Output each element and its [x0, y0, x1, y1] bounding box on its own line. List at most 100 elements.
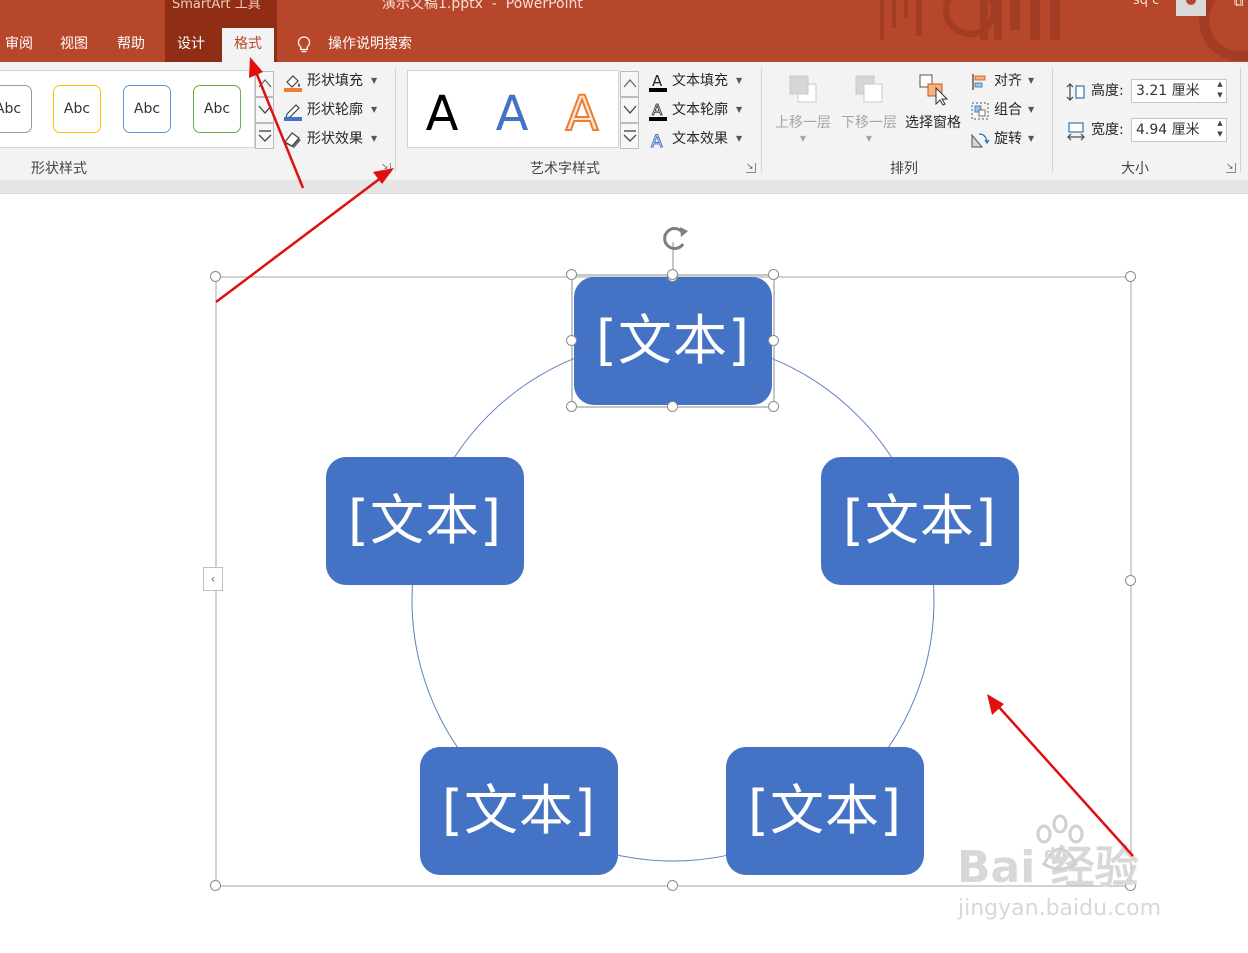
slide-canvas[interactable]: [文本] [文本] [文本] [文本] [文本] ‹ Bai 经验 du jin… [0, 194, 1248, 953]
bring-forward-icon [789, 75, 817, 103]
group-divider [1240, 68, 1241, 172]
wordart-style-blue[interactable]: A [482, 79, 542, 149]
shape-style-option[interactable]: Abc [53, 85, 101, 133]
smartart-node-right[interactable]: [文本] [821, 457, 1019, 585]
rotate-button[interactable]: 旋转 ▼ [970, 127, 1040, 151]
group-divider [395, 68, 396, 172]
pen-icon [284, 104, 302, 121]
send-backward-button[interactable]: 下移一层 ▼ [838, 70, 900, 160]
group-label-size: 大小 [1121, 161, 1149, 177]
resize-handle-top-right[interactable] [1125, 271, 1136, 282]
resize-handle-right[interactable] [1125, 575, 1136, 586]
caret-down-icon: ▼ [865, 134, 873, 143]
group-divider [761, 68, 762, 172]
title-bar-decoration [880, 0, 1060, 40]
node-handle-bottom-left[interactable] [566, 401, 577, 412]
svg-text:A: A [652, 101, 663, 119]
lightbulb-icon [297, 36, 311, 53]
smartart-node-top[interactable]: [文本] [574, 277, 772, 405]
tell-me-search[interactable]: 操作说明搜索 [328, 30, 412, 62]
align-button[interactable]: 对齐 ▼ [970, 69, 1040, 93]
shape-height-icon [1066, 83, 1085, 101]
ribbon-display-options-icon[interactable]: ⧉ [1234, 0, 1243, 10]
node-handle-top-right[interactable] [768, 269, 779, 280]
text-fill-icon: A [649, 72, 667, 92]
tab-review[interactable]: 审阅 [5, 30, 33, 62]
shape-effects-button[interactable]: 形状效果 ▼ [283, 127, 383, 151]
group-label-shape-styles: 形状样式 [31, 161, 87, 177]
context-tab-group-label: SmartArt 工具 [172, 0, 261, 12]
caret-down-icon: ▼ [736, 134, 743, 143]
selection-pane-icon [919, 74, 949, 106]
group-objects-button[interactable]: 组合 ▼ [970, 98, 1040, 122]
svg-text:A: A [651, 132, 663, 150]
wordart-style-orange-outline[interactable]: A [552, 79, 612, 149]
resize-handle-bottom[interactable] [667, 880, 678, 891]
width-label: 宽度: [1091, 122, 1124, 138]
width-spinner[interactable]: ▲ ▼ [1213, 118, 1227, 142]
caret-down-icon: ▼ [736, 76, 743, 85]
gallery-more[interactable] [255, 123, 274, 149]
ribbon-bottom-bar [0, 180, 1248, 194]
node-handle-top[interactable] [667, 269, 678, 280]
smartart-node-left[interactable]: [文本] [326, 457, 524, 585]
shape-outline-button[interactable]: 形状轮廓 ▼ [283, 98, 383, 122]
group-icon [971, 102, 989, 120]
wordart-styles-gallery[interactable]: A A A [407, 70, 619, 148]
caret-down-icon: ▼ [371, 105, 378, 114]
shape-styles-gallery[interactable]: Abc Abc Abc Abc [0, 70, 255, 148]
caret-down-icon: ▼ [799, 134, 807, 143]
node-handle-left[interactable] [566, 335, 577, 346]
smartart-node-bottom-left[interactable]: [文本] [420, 747, 618, 875]
height-spinner[interactable]: ▲ ▼ [1213, 79, 1227, 103]
selection-pane-button[interactable]: 选择窗格 [902, 70, 964, 160]
resize-handle-bottom-left[interactable] [210, 880, 221, 891]
tab-design[interactable]: 设计 [177, 30, 205, 62]
node-handle-top-left[interactable] [566, 269, 577, 280]
size-dialog-launcher-icon[interactable]: ↘ [1226, 163, 1236, 173]
node-handle-right[interactable] [768, 335, 779, 346]
group-divider [1052, 68, 1053, 172]
shape-style-option[interactable]: Abc [0, 85, 32, 133]
shape-styles-dialog-launcher-icon[interactable]: ↘ [381, 163, 391, 173]
svg-text:A: A [652, 72, 663, 90]
tab-help[interactable]: 帮助 [117, 30, 145, 62]
avatar[interactable] [1176, 0, 1206, 16]
text-pane-toggle-chevron-left-icon[interactable]: ‹ [203, 567, 223, 591]
caret-down-icon: ▼ [371, 76, 378, 85]
gallery-scroll-up[interactable] [255, 71, 274, 97]
node-handle-bottom-right[interactable] [768, 401, 779, 412]
rotate-handle-icon[interactable] [663, 227, 688, 274]
height-row: 高度: ▲▼ [1066, 78, 1236, 104]
wordart-style-black[interactable]: A [412, 79, 472, 149]
wordart-dialog-launcher-icon[interactable]: ↘ [746, 163, 756, 173]
bring-forward-button[interactable]: 上移一层 ▼ [772, 70, 834, 160]
text-outline-icon: A [649, 101, 667, 121]
paint-bucket-icon [284, 75, 302, 92]
tab-view[interactable]: 视图 [60, 30, 88, 62]
resize-handle-top-left[interactable] [210, 271, 221, 282]
send-backward-icon [855, 75, 883, 103]
smartart-node-bottom-right[interactable]: [文本] [726, 747, 924, 875]
text-outline-button[interactable]: A 文本轮廓 ▼ [648, 98, 748, 122]
watermark-du: du [1044, 844, 1067, 863]
text-fill-button[interactable]: A 文本填充 ▼ [648, 69, 748, 93]
caret-down-icon: ▼ [1028, 134, 1035, 143]
group-label-arrange: 排列 [890, 161, 918, 177]
wordart-gallery-scroll-down[interactable] [620, 97, 639, 123]
caret-down-icon: ▼ [1028, 76, 1035, 85]
text-effects-button[interactable]: A 文本效果 ▼ [648, 127, 748, 151]
shape-fill-button[interactable]: 形状填充 ▼ [283, 69, 383, 93]
shape-style-option[interactable]: Abc [123, 85, 171, 133]
shape-width-icon [1067, 122, 1085, 141]
gallery-scroll-down[interactable] [255, 97, 274, 123]
ribbon: Abc Abc Abc Abc 形状填充 ▼ 形状轮廓 ▼ 形状效果 ▼ 形状样… [0, 62, 1248, 181]
tab-format[interactable]: 格式 [222, 28, 274, 62]
wordart-gallery-scroll-up[interactable] [620, 71, 639, 97]
node-handle-bottom[interactable] [667, 401, 678, 412]
group-label-wordart-styles: 艺术字样式 [530, 161, 600, 177]
wordart-gallery-more[interactable] [620, 123, 639, 149]
user-name[interactable]: sq c [1133, 0, 1159, 8]
align-icon [972, 74, 986, 90]
shape-style-option[interactable]: Abc [193, 85, 241, 133]
